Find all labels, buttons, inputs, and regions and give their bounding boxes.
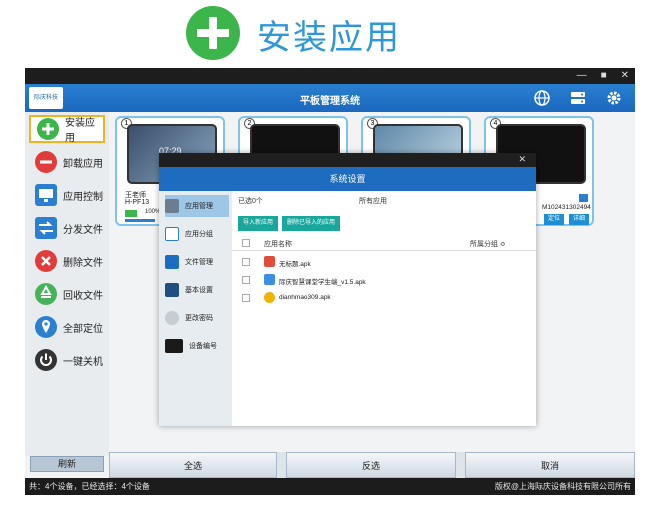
globe-icon[interactable] bbox=[534, 90, 550, 106]
nav-label: 设备编号 bbox=[189, 343, 217, 350]
nav-file-management[interactable]: 文件管理 bbox=[165, 251, 229, 273]
battery-bar bbox=[125, 219, 155, 222]
device-serial: M102431302494 bbox=[542, 204, 591, 211]
nav-app-management[interactable]: 应用管理 bbox=[165, 195, 229, 217]
table-row[interactable]: dianhmao309.apk bbox=[232, 289, 536, 307]
x-circle-icon bbox=[35, 250, 57, 272]
select-all-button[interactable]: 全选 bbox=[109, 452, 277, 478]
power-icon bbox=[35, 349, 57, 371]
dialog-title: 系统设置 bbox=[159, 167, 536, 191]
refresh-button[interactable]: 刷新 bbox=[30, 456, 104, 472]
app-name: dianhmao309.apk bbox=[279, 294, 331, 301]
plus-circle-icon bbox=[186, 6, 240, 60]
settings-icon bbox=[165, 283, 179, 297]
sidebar-item-uninstall[interactable]: 卸载应用 bbox=[29, 148, 105, 176]
nav-label: 更改密码 bbox=[185, 315, 213, 322]
select-all-checkbox[interactable] bbox=[242, 239, 250, 247]
table-row[interactable]: 无标题.apk bbox=[232, 253, 536, 271]
selected-count: 已选0个 bbox=[238, 198, 263, 205]
sidebar: 安装应用 卸载应用 应用控制 分发文件 删除文件 回收文件 全部定位 一键关机 bbox=[25, 112, 109, 456]
app-icon bbox=[264, 274, 275, 285]
nav-label: 文件管理 bbox=[185, 259, 213, 266]
row-checkbox[interactable] bbox=[242, 258, 250, 266]
share-icon[interactable] bbox=[579, 194, 588, 202]
bottom-bar: 全选 反选 取消 bbox=[109, 452, 635, 478]
app-table-header: 应用名称 所属分组 ≎ bbox=[232, 235, 536, 251]
sidebar-item-install[interactable]: 安装应用 bbox=[29, 115, 105, 144]
minus-circle-icon bbox=[35, 151, 57, 173]
sidebar-item-locate-all[interactable]: 全部定位 bbox=[29, 313, 105, 341]
dialog-main: 已选0个 所有应用 导入新应用 删除已导入的应用 应用名称 所属分组 ≎ 无标题… bbox=[232, 191, 536, 426]
close-icon[interactable]: ✕ bbox=[518, 154, 526, 165]
dialog-nav: 应用管理 应用分组 文件管理 基本设置 更改密码 设备编号 bbox=[159, 191, 232, 426]
sidebar-item-delete-file[interactable]: 删除文件 bbox=[29, 247, 105, 275]
nav-basic-settings[interactable]: 基本设置 bbox=[165, 279, 229, 301]
group-filter[interactable]: 所有应用 bbox=[359, 196, 387, 206]
plus-circle-icon bbox=[37, 118, 59, 140]
sidebar-item-label: 安装应用 bbox=[65, 118, 95, 144]
app-icon bbox=[264, 256, 275, 267]
invert-selection-button[interactable]: 反选 bbox=[286, 452, 456, 478]
table-row[interactable]: 际庆智慧课堂学生端_v1.5.apk bbox=[232, 271, 536, 289]
transfer-icon bbox=[35, 217, 57, 239]
sidebar-item-label: 卸载应用 bbox=[63, 158, 103, 170]
gear-icon[interactable] bbox=[606, 90, 622, 106]
sidebar-item-app-control[interactable]: 应用控制 bbox=[29, 181, 105, 209]
status-device-count: 共：4个设备，已经选择：4个设备 bbox=[29, 482, 150, 491]
sidebar-item-label: 删除文件 bbox=[63, 257, 103, 269]
banner-title: 安装应用 bbox=[257, 18, 401, 58]
folder-icon bbox=[165, 255, 179, 269]
row-checkbox[interactable] bbox=[242, 294, 250, 302]
dialog-titlebar: ✕ bbox=[159, 153, 536, 167]
window-titlebar: — ■ ✕ bbox=[25, 68, 635, 84]
nav-app-group[interactable]: 应用分组 bbox=[165, 223, 229, 245]
group-icon bbox=[165, 227, 179, 241]
device-model: H-PF13 bbox=[125, 199, 150, 206]
import-app-button[interactable]: 导入新应用 bbox=[238, 216, 279, 231]
minimize-icon[interactable]: — bbox=[577, 70, 587, 81]
key-icon bbox=[165, 311, 179, 325]
sidebar-item-distribute[interactable]: 分发文件 bbox=[29, 214, 105, 242]
delete-imported-button[interactable]: 删除已导入的应用 bbox=[282, 216, 341, 231]
recycle-icon bbox=[35, 283, 57, 305]
status-copyright: 版权@上海际庆设备科技有限公司所有 bbox=[494, 482, 631, 491]
col-app-name: 应用名称 bbox=[264, 241, 292, 248]
sidebar-item-label: 全部定位 bbox=[63, 323, 103, 335]
cancel-button[interactable]: 取消 bbox=[465, 452, 635, 478]
app-name: 无标题.apk bbox=[279, 261, 311, 268]
nav-label: 应用分组 bbox=[185, 231, 213, 238]
app-store-icon bbox=[165, 199, 179, 213]
detail-button[interactable]: 详细 bbox=[569, 214, 589, 225]
row-checkbox[interactable] bbox=[242, 276, 250, 284]
nav-change-password[interactable]: 更改密码 bbox=[165, 307, 229, 329]
col-group[interactable]: 所属分组 ≎ bbox=[470, 239, 506, 249]
app-header: 际庆科技 平板管理系统 bbox=[25, 84, 635, 112]
app-icon bbox=[264, 292, 275, 303]
close-icon[interactable]: ✕ bbox=[621, 70, 629, 81]
sidebar-item-label: 分发文件 bbox=[63, 224, 103, 236]
sidebar-item-shutdown[interactable]: 一键关机 bbox=[29, 346, 105, 374]
nav-label: 应用管理 bbox=[185, 203, 213, 210]
sidebar-item-label: 应用控制 bbox=[63, 191, 103, 203]
sidebar-item-label: 回收文件 bbox=[63, 290, 103, 302]
status-bar: 共：4个设备，已经选择：4个设备 版权@上海际庆设备科技有限公司所有 bbox=[25, 478, 635, 495]
locate-button[interactable]: 定位 bbox=[544, 214, 564, 225]
location-icon bbox=[35, 316, 57, 338]
nav-device-number[interactable]: 设备编号 bbox=[165, 335, 229, 357]
maximize-icon[interactable]: ■ bbox=[601, 70, 607, 81]
server-icon[interactable] bbox=[570, 90, 586, 106]
banner: 安装应用 bbox=[0, 0, 660, 68]
sidebar-item-recycle[interactable]: 回收文件 bbox=[29, 280, 105, 308]
sidebar-item-label: 一键关机 bbox=[63, 356, 103, 368]
app-name: 际庆智慧课堂学生端_v1.5.apk bbox=[279, 279, 366, 286]
monitor-icon bbox=[35, 184, 57, 206]
android-icon bbox=[125, 210, 137, 217]
device-number-icon bbox=[165, 339, 183, 353]
settings-dialog: ✕ 系统设置 应用管理 应用分组 文件管理 基本设置 更改密码 设备编号 已选0… bbox=[159, 153, 536, 426]
nav-label: 基本设置 bbox=[185, 287, 213, 294]
